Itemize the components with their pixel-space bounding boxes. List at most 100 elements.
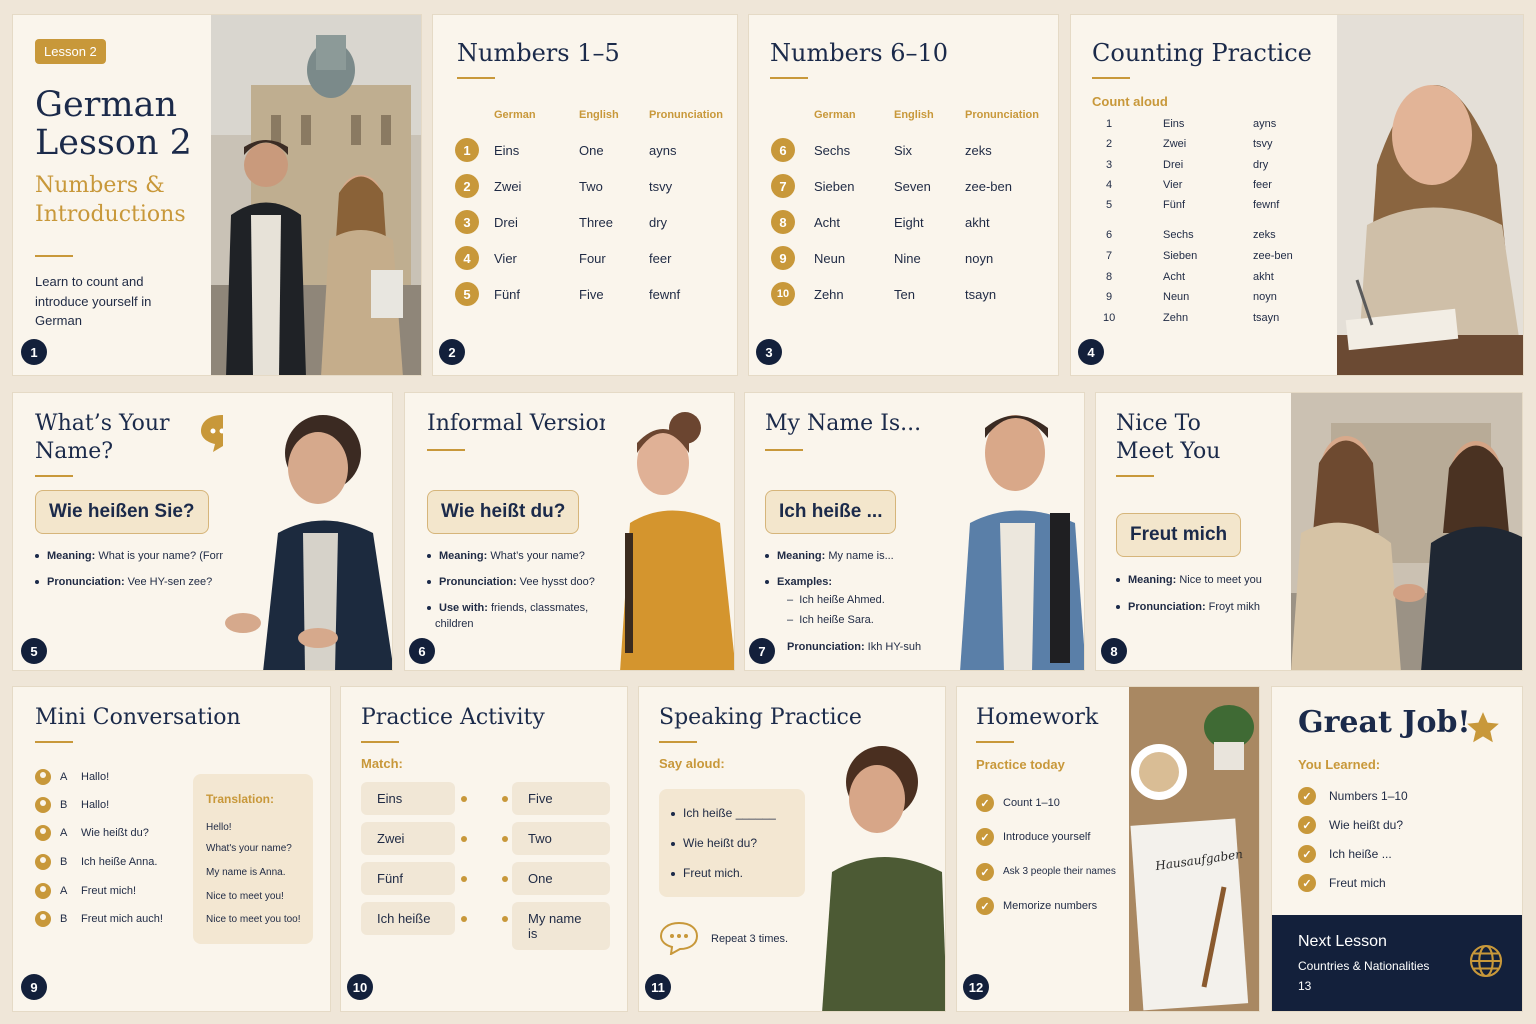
match-left-item[interactable]: Fünf (361, 862, 455, 895)
bullet-key: Meaning: (777, 550, 826, 562)
handshake-photo (1291, 393, 1522, 670)
star-icon (1464, 709, 1502, 747)
slide-4-counting-practice: Counting Practice Count aloud 1 Eins ayns … (1070, 14, 1524, 376)
dialogue-text: Wie heißt du? (81, 827, 149, 839)
check-icon: ✓ (976, 828, 994, 846)
section-label: Match: (361, 756, 403, 771)
header-english: English (894, 109, 934, 121)
count-number: 10 (1103, 312, 1116, 324)
slide-title: Numbers 1–5 (457, 39, 620, 67)
german-word: Sechs (814, 143, 851, 158)
pronunciation: tsayn (965, 287, 997, 302)
translation-box: Translation: Hello! What's your name? My… (193, 774, 313, 944)
count-german: Neun (1163, 291, 1190, 303)
person-icon (35, 769, 51, 785)
number-circle: 6 (771, 138, 795, 162)
header-german: German (494, 109, 536, 121)
globe-icon (1468, 943, 1504, 979)
english-word: Six (894, 143, 913, 158)
count-number: 1 (1106, 118, 1113, 130)
pronunciation: dry (649, 215, 668, 230)
next-lesson-banner[interactable]: Next Lesson Countries & Nationalities 13 (1272, 915, 1522, 1011)
match-right-item[interactable]: Two (512, 822, 610, 855)
count-german: Drei (1163, 159, 1184, 171)
pronunciation: feer (649, 251, 672, 266)
slide-number: 8 (1101, 638, 1127, 664)
bullet-meaning: Meaning: What’s your name? (427, 549, 585, 565)
slide-1-title: Lesson 2 German Lesson 2 Numbers & Intro… (12, 14, 422, 376)
slide-9-mini-conversation: Mini Conversation A Hallo! B Hallo! A Wie h… (12, 686, 331, 1012)
main-title-line1: German (35, 85, 177, 125)
phrase-box: Wie heißen Sie? (35, 490, 209, 534)
number-circle: 2 (455, 174, 479, 198)
count-number: 4 (1106, 179, 1113, 191)
count-pron: zee-ben (1253, 250, 1293, 262)
match-connector-dot (502, 916, 508, 922)
english-word: Ten (894, 287, 915, 302)
repeat-instruction: Repeat 3 times. (711, 933, 789, 945)
english-word: Four (579, 251, 606, 266)
match-right-item[interactable]: One (512, 862, 610, 895)
match-left-item[interactable]: Ich heiße (361, 902, 455, 935)
dialogue-text: Hallo! (81, 771, 110, 783)
speaker-letter: B (60, 799, 68, 811)
count-number: 5 (1106, 199, 1113, 211)
bullet-value: My name is... (825, 550, 894, 562)
bullet-value: Nice to meet you (1176, 574, 1262, 586)
count-pron: tsvy (1253, 138, 1273, 150)
subtitle-line1: Numbers & (35, 173, 165, 198)
pronunciation: zee-ben (965, 179, 1012, 194)
slide-number: 5 (21, 638, 47, 664)
dialogue-text: Hallo! (81, 799, 110, 811)
slide-13-great-job: Great Job! You Learned: ✓ Numbers 1–10 ✓… (1271, 686, 1523, 1012)
match-left-item[interactable]: Zwei (361, 822, 455, 855)
slide-number: 10 (347, 974, 373, 1000)
match-right-item[interactable]: My name is (512, 902, 610, 950)
student-writing-photo (1337, 15, 1523, 375)
homework-item: Ask 3 people their names (1003, 866, 1116, 877)
count-number: 9 (1106, 291, 1113, 303)
bullet-key: Meaning: (47, 550, 96, 562)
curly-man-glasses-photo (223, 393, 392, 670)
example-text: Ich heiße Ahmed. (799, 594, 885, 606)
translation-label: Translation: (206, 792, 275, 806)
count-german: Eins (1163, 118, 1185, 130)
slide-title: Counting Practice (1092, 39, 1312, 67)
number-circle: 8 (771, 210, 795, 234)
bullet-pronunciation: Pronunciation: Froyt mikh (1116, 600, 1260, 616)
section-label: You Learned: (1298, 757, 1381, 772)
count-pron: ayns (1253, 118, 1277, 130)
check-icon: ✓ (1298, 874, 1316, 892)
match-left-item[interactable]: Eins (361, 782, 455, 815)
learned-item: Numbers 1–10 (1329, 789, 1408, 803)
count-german: Zwei (1163, 138, 1187, 150)
slide-number: 1 (21, 339, 47, 365)
example-text: Ich heiße Sara. (799, 614, 874, 626)
match-right-item[interactable]: Five (512, 782, 610, 815)
slide-7-my-name-is: My Name Is... Ich heiße ... Meaning: My … (744, 392, 1085, 671)
english-word: Two (579, 179, 603, 194)
bullet-pronunciation: Pronunciation: Vee HY-sen zee? (35, 575, 212, 591)
english-word: Eight (894, 215, 924, 230)
number-circle: 1 (455, 138, 479, 162)
translation-line: My name is Anna. (206, 867, 286, 878)
english-word: One (579, 143, 604, 158)
german-word: Sieben (814, 179, 855, 194)
pronunciation-line: Pronunciation: Ikh HY-suh (787, 640, 921, 656)
count-number: 7 (1106, 250, 1113, 262)
german-word: Acht (814, 215, 841, 230)
section-label: Practice today (976, 757, 1065, 772)
count-number: 6 (1106, 229, 1113, 241)
dialogue-text: Ich heiße Anna. (81, 856, 158, 868)
next-lesson-label: Next Lesson (1298, 933, 1387, 950)
bullet-pronunciation: Pronunciation: Vee hysst doo? (427, 575, 595, 591)
bullet-use-with: Use with: friends, classmates, (427, 601, 588, 617)
dialogue-text: Freut mich! (81, 885, 137, 897)
translation-line: What's your name? (206, 843, 292, 854)
slide-8-nice-to-meet-you: Nice To Meet You Freut mich Meaning: Nic… (1095, 392, 1523, 671)
german-word: Fünf (494, 287, 521, 302)
slide-title-line2: Meet You (1116, 439, 1221, 464)
person-icon (35, 911, 51, 927)
slide-3-numbers-6-10: Numbers 6–10 German English Pronunciatio… (748, 14, 1059, 376)
say-aloud-item: Wie heißt du? (671, 835, 757, 852)
